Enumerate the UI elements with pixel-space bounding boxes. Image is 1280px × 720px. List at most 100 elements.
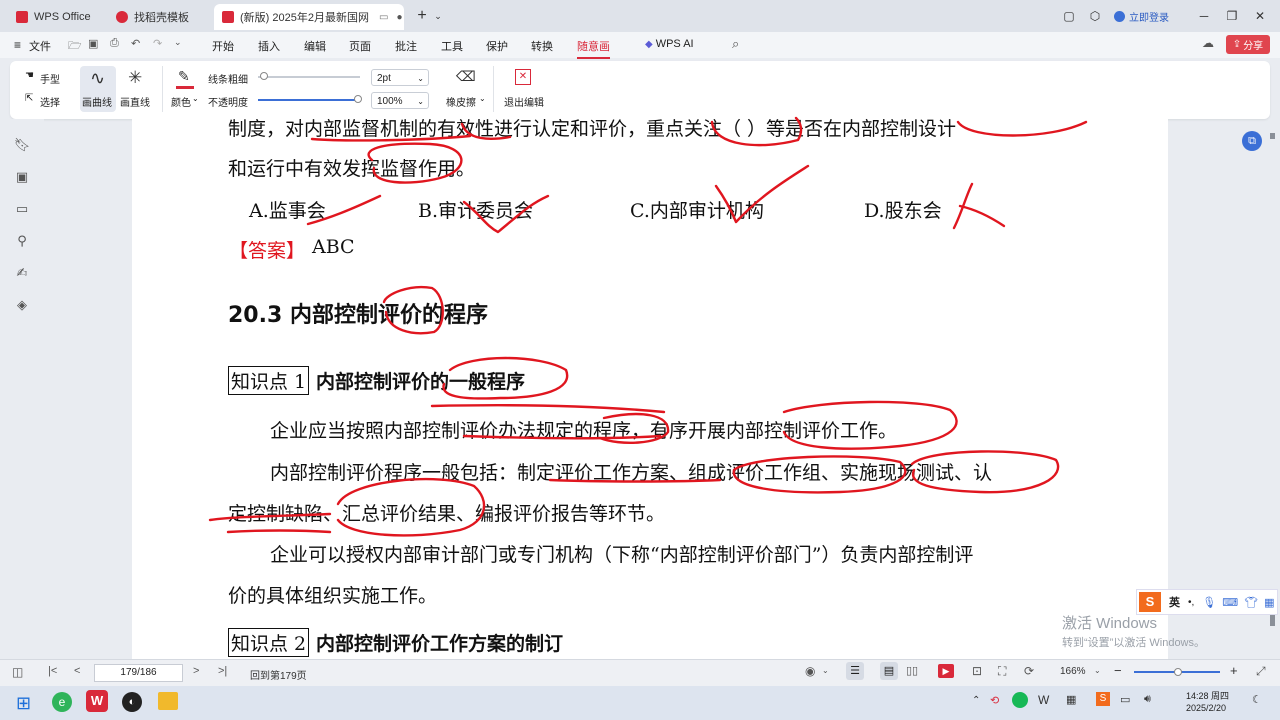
grid-icon[interactable]: ▦ xyxy=(1264,596,1274,609)
curve-tool[interactable]: ∿ 画曲线 xyxy=(80,66,116,112)
more-chevron-icon[interactable]: ⌄ xyxy=(174,37,182,48)
last-page-icon[interactable]: >| xyxy=(218,665,227,677)
browser-icon[interactable]: e xyxy=(52,692,72,712)
window-layout-icon[interactable]: ▢ xyxy=(1061,8,1077,24)
file-explorer-icon[interactable] xyxy=(158,692,178,710)
hamburger-icon[interactable]: ≡ xyxy=(14,38,21,52)
eye-icon[interactable]: ◉ xyxy=(805,664,815,678)
clock-time[interactable]: 14:28 周四 xyxy=(1186,689,1229,702)
tab-document[interactable]: (新版) 2025年2月最新国网 ▭ ● xyxy=(214,4,404,30)
slider-handle[interactable] xyxy=(260,72,268,80)
tray-chevron-icon[interactable]: ⌃ xyxy=(972,695,980,706)
menu-insert[interactable]: 插入 xyxy=(258,38,280,54)
assistant-float-icon[interactable]: ⧉ xyxy=(1242,131,1262,151)
signature-icon[interactable]: ✍ xyxy=(14,265,30,281)
first-page-icon[interactable]: |< xyxy=(48,665,57,677)
zoom-in-icon[interactable]: + xyxy=(1230,663,1238,678)
play-icon[interactable]: ▶ xyxy=(938,664,954,678)
tray-volume-icon[interactable]: 🔊︎ xyxy=(1144,693,1151,706)
fit-page-icon[interactable]: ⛶ xyxy=(998,664,1006,679)
slider-handle[interactable] xyxy=(354,95,362,103)
close-window-icon[interactable]: ✕ xyxy=(1252,8,1268,24)
menu-page[interactable]: 页面 xyxy=(349,38,371,54)
menu-file[interactable]: 文件 xyxy=(29,38,51,54)
stroke-width-slider[interactable] xyxy=(258,72,360,80)
share-button[interactable]: ⇪ 分享 xyxy=(1226,35,1270,54)
tray-wechat-icon[interactable] xyxy=(1012,692,1028,708)
login-button[interactable]: 立即登录 xyxy=(1114,9,1169,24)
mic-icon[interactable]: 🎙︎ xyxy=(1202,596,1216,609)
thumbnail-icon[interactable]: ▣ xyxy=(14,169,30,185)
ime-toolbar[interactable]: S 英 •, 🎙︎ ⌨ 👕︎ ▦ xyxy=(1136,589,1278,615)
vertical-scrollbar[interactable] xyxy=(1268,119,1278,659)
menu-comment[interactable]: 批注 xyxy=(395,38,417,54)
tray-grid-icon[interactable]: ▦ xyxy=(1066,693,1076,706)
select-tool[interactable]: 选择 xyxy=(40,94,60,109)
punct-icon[interactable]: •, xyxy=(1188,597,1194,608)
goto-page-link[interactable]: 回到第179页 xyxy=(250,667,307,682)
tray-refresh-icon[interactable]: ⟲ xyxy=(990,694,999,707)
undo-icon[interactable]: ↶ xyxy=(131,37,140,50)
menu-edit[interactable]: 编辑 xyxy=(304,38,326,54)
prev-page-icon[interactable]: < xyxy=(74,665,80,677)
opacity-slider[interactable] xyxy=(258,95,362,103)
chevron-down-icon[interactable]: ⌄ xyxy=(1094,666,1101,675)
tray-wps-icon[interactable]: W xyxy=(1038,693,1049,707)
continuous-icon[interactable]: ▤ xyxy=(880,662,898,680)
chevron-down-icon[interactable]: ⌄ xyxy=(822,666,829,675)
line-tool[interactable]: ✳ 画直线 xyxy=(118,66,154,112)
close-tab-icon[interactable]: ● xyxy=(396,12,402,23)
hand-tool[interactable]: 手型 xyxy=(40,71,60,86)
comment-icon[interactable]: ▭ xyxy=(14,201,30,217)
wps-taskbar-icon[interactable]: W xyxy=(86,690,108,712)
redo-icon[interactable]: ↷ xyxy=(153,37,162,50)
menu-convert[interactable]: 转换 xyxy=(531,38,553,54)
slider-handle[interactable] xyxy=(1174,668,1182,676)
color-picker[interactable]: ✎ 颜色 ⌄ xyxy=(170,66,202,112)
windows-start-icon[interactable]: ⊞ xyxy=(16,693,31,714)
single-page-icon[interactable]: ☰ xyxy=(846,662,864,680)
sidebar-toggle-icon[interactable]: ◫ xyxy=(12,665,23,679)
stroke-width-select[interactable]: 2pt ⌄ xyxy=(371,69,429,86)
fit-width-icon[interactable]: ⊡ xyxy=(972,664,982,678)
print-icon[interactable]: ⎙ xyxy=(110,37,119,50)
attachment-icon[interactable]: ⚲ xyxy=(14,233,30,249)
eraser-tool[interactable]: ⌫ 橡皮擦 ⌄ xyxy=(442,66,486,112)
save-icon[interactable]: ▣ xyxy=(88,37,98,50)
notification-icon[interactable]: ☾ xyxy=(1252,693,1262,706)
scroll-thumb[interactable] xyxy=(1270,133,1275,139)
restore-icon[interactable]: ❐ xyxy=(1224,8,1240,24)
keyboard-icon[interactable]: ⌨ xyxy=(1222,596,1238,609)
skin-icon[interactable]: 👕︎ xyxy=(1244,596,1258,609)
tab-template[interactable]: 找稻壳模板 xyxy=(108,4,210,30)
ime-language[interactable]: 英 xyxy=(1169,594,1180,610)
bookmark-icon[interactable]: 🔖︎ xyxy=(14,137,31,153)
menu-tools[interactable]: 工具 xyxy=(441,38,463,54)
next-page-icon[interactable]: > xyxy=(193,665,199,677)
zoom-level[interactable]: 166% xyxy=(1060,666,1086,677)
chevron-down-icon[interactable]: ⌄ xyxy=(430,8,446,24)
clock-date[interactable]: 2025/2/20 xyxy=(1186,703,1226,713)
exit-edit-button[interactable]: ✕ 退出编辑 xyxy=(500,66,548,112)
opacity-select[interactable]: 100% ⌄ xyxy=(371,92,429,109)
fullscreen-icon[interactable]: ⤢ xyxy=(1256,664,1266,679)
rotate-icon[interactable]: ⟳ xyxy=(1024,664,1034,678)
tray-network-icon[interactable]: ▭ xyxy=(1120,693,1130,706)
scroll-thumb-lower[interactable] xyxy=(1270,614,1275,626)
media-app-icon[interactable]: ◐ xyxy=(122,692,142,712)
zoom-slider[interactable] xyxy=(1134,668,1220,676)
two-page-icon[interactable]: ▯▯ xyxy=(906,664,918,677)
cube-icon[interactable]: ⬡ xyxy=(1087,8,1103,24)
minimize-icon[interactable]: ─ xyxy=(1196,8,1212,24)
menu-protect[interactable]: 保护 xyxy=(486,38,508,54)
tab-wps-office[interactable]: WPS Office xyxy=(8,4,106,30)
zoom-out-icon[interactable]: − xyxy=(1114,663,1122,678)
wps-ai-button[interactable]: ◆ WPS AI xyxy=(645,38,694,50)
layers-icon[interactable]: ◈ xyxy=(14,297,30,313)
menu-freehand[interactable]: 随意画 xyxy=(577,38,610,59)
tray-sogou-icon[interactable]: S xyxy=(1096,692,1110,706)
page-number-input[interactable]: 179/186 xyxy=(94,664,183,682)
open-folder-icon[interactable]: 🗁 xyxy=(68,37,82,56)
menu-start[interactable]: 开始 xyxy=(212,38,234,54)
new-tab-icon[interactable]: + xyxy=(414,7,430,24)
